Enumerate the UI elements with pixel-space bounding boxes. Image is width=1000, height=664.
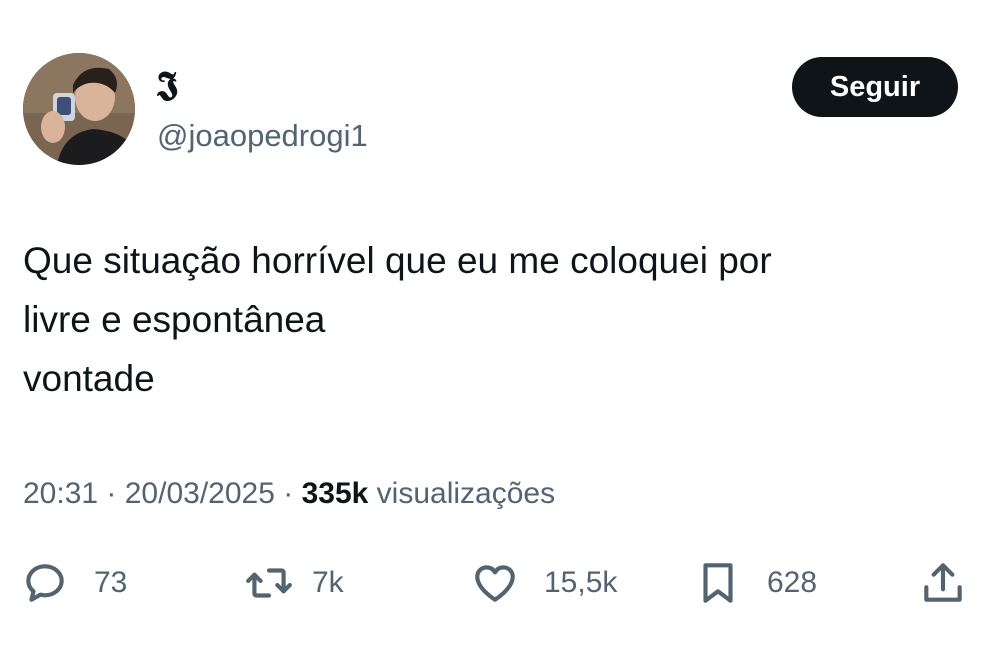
retweet-button[interactable]: 7k [244,555,344,611]
views-label: visualizações [368,477,556,510]
bookmark-icon [703,563,733,603]
retweet-count: 7k [312,566,344,599]
tweet-date[interactable]: 20/03/2025 [125,477,275,510]
tweet-text-line: vontade [23,358,155,399]
tweet-text-line: Que situação horrível que eu me coloquei… [23,240,772,281]
meta-separator: · [98,477,125,510]
tweet-text-line: livre e espontânea [23,299,326,340]
bookmark-button[interactable]: 628 [693,555,817,611]
follow-button[interactable]: Seguir [792,57,958,117]
user-handle[interactable]: @joaopedrogi1 [157,117,368,155]
views-count: 335k [301,477,369,510]
like-count: 15,5k [544,566,618,599]
retweet-icon [246,568,292,598]
tweet-meta: 20:31 · 20/03/2025 · 335k visualizações [23,474,555,514]
avatar-image [23,53,135,165]
like-icon [475,565,515,602]
share-button[interactable] [918,555,968,611]
action-bar: 73 7k 15,5k 628 [0,555,1000,611]
meta-separator: · [274,477,302,510]
reply-icon [26,564,64,602]
tweet-time[interactable]: 20:31 [23,477,98,510]
avatar[interactable] [23,53,135,165]
share-icon [924,563,962,602]
reply-count: 73 [94,566,128,599]
tweet-card: 𝕵 @joaopedrogi1 Seguir Que situação horr… [0,0,1000,664]
bookmark-count: 628 [767,566,818,599]
reply-button[interactable]: 73 [20,555,127,611]
tweet-text: Que situação horrível que eu me coloquei… [23,231,772,408]
like-button[interactable]: 15,5k [470,555,617,611]
display-name[interactable]: 𝕵 [157,64,178,104]
